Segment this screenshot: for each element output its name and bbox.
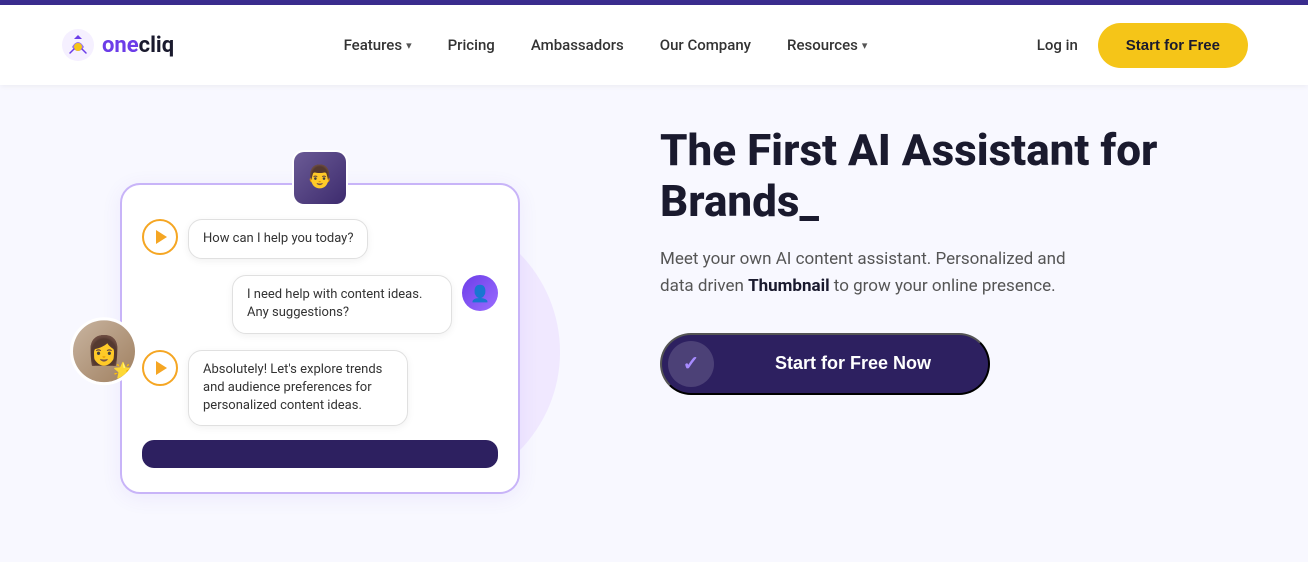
chat-bubble-3: Absolutely! Let's explore trends and aud…: [188, 350, 408, 427]
cta-check-circle: ✓: [668, 341, 714, 387]
chat-text-1: How can I help you today?: [203, 231, 353, 246]
chevron-down-icon-resources: ▾: [862, 39, 868, 52]
logo[interactable]: oneonecliqcliq: [60, 27, 174, 63]
nav-ambassadors-label: Ambassadors: [531, 36, 624, 54]
hero-desc-part2: to grow your online presence.: [830, 276, 1056, 296]
emoji-badge: 🌟: [113, 361, 133, 380]
chat-card: 👨 How can I help you today? 👤 I nee: [120, 183, 520, 494]
hero-desc-bold: Thumbnail: [748, 276, 830, 296]
nav-pricing-label: Pricing: [448, 36, 495, 54]
chat-messages: How can I help you today? 👤 I need help …: [142, 219, 498, 426]
navbar: oneonecliqcliq Features ▾ Pricing Ambass…: [0, 5, 1308, 85]
login-label: Log in: [1037, 36, 1078, 54]
play-icon-2: [156, 361, 167, 375]
nav-actions: Log in Start for Free: [1037, 23, 1248, 68]
login-link[interactable]: Log in: [1037, 36, 1078, 54]
nav-company-label: Our Company: [660, 36, 751, 54]
user-avatar-small: 👤: [462, 275, 498, 311]
chat-input-bar: [142, 440, 498, 468]
top-avatar-image: 👨: [294, 152, 346, 204]
check-icon: ✓: [683, 351, 700, 376]
hero-title-line2: Brands_: [660, 175, 819, 227]
nav-resources-label: Resources: [787, 36, 858, 54]
nav-link-features[interactable]: Features ▾: [344, 36, 412, 54]
chat-text-2: I need help with content ideas. Any sugg…: [247, 287, 422, 320]
nav-item-features[interactable]: Features ▾: [344, 36, 412, 54]
logo-text: oneonecliqcliq: [102, 33, 174, 58]
chevron-down-icon: ▾: [406, 39, 412, 52]
side-avatar: 👩 🌟: [70, 317, 138, 385]
chat-bubble-2: I need help with content ideas. Any sugg…: [232, 275, 452, 333]
start-free-button[interactable]: Start for Free: [1098, 23, 1248, 68]
nav-links: Features ▾ Pricing Ambassadors Our Compa…: [344, 36, 868, 54]
nav-item-ambassadors[interactable]: Ambassadors: [531, 36, 624, 54]
nav-item-pricing[interactable]: Pricing: [448, 36, 495, 54]
nav-item-resources[interactable]: Resources ▾: [787, 36, 867, 54]
play-button-1[interactable]: [142, 219, 178, 255]
chat-bubble-1: How can I help you today?: [188, 219, 368, 259]
chat-text-3: Absolutely! Let's explore trends and aud…: [203, 362, 382, 413]
nav-link-resources[interactable]: Resources ▾: [787, 36, 867, 54]
play-icon-1: [156, 230, 167, 244]
nav-item-company[interactable]: Our Company: [660, 36, 751, 54]
nav-link-company[interactable]: Our Company: [660, 36, 751, 54]
hero-title: The First AI Assistant for Brands_: [660, 125, 1248, 226]
cta-label: Start for Free: [1126, 37, 1220, 54]
chat-row-1: How can I help you today?: [142, 219, 498, 259]
logo-icon: [60, 27, 96, 63]
hero-title-line1: The First AI Assistant for: [660, 124, 1157, 176]
hero-right: The First AI Assistant for Brands_ Meet …: [580, 85, 1248, 395]
nav-link-pricing[interactable]: Pricing: [448, 36, 495, 54]
top-avatar: 👨: [292, 150, 348, 206]
nav-link-ambassadors[interactable]: Ambassadors: [531, 36, 624, 54]
chat-row-3: Absolutely! Let's explore trends and aud…: [142, 350, 498, 427]
hero-section: 👩 🌟 👨 How can I help you today?: [0, 85, 1308, 562]
hero-description: Meet your own AI content assistant. Pers…: [660, 246, 1080, 300]
nav-features-label: Features: [344, 36, 402, 54]
chat-row-2: 👤 I need help with content ideas. Any su…: [142, 275, 498, 333]
hero-cta-label: Start for Free Now: [724, 353, 982, 374]
hero-title-brands: Brands_: [660, 175, 819, 227]
hero-left: 👩 🌟 👨 How can I help you today?: [60, 85, 580, 562]
play-button-2[interactable]: [142, 350, 178, 386]
hero-cta-button[interactable]: ✓ Start for Free Now: [660, 333, 990, 395]
